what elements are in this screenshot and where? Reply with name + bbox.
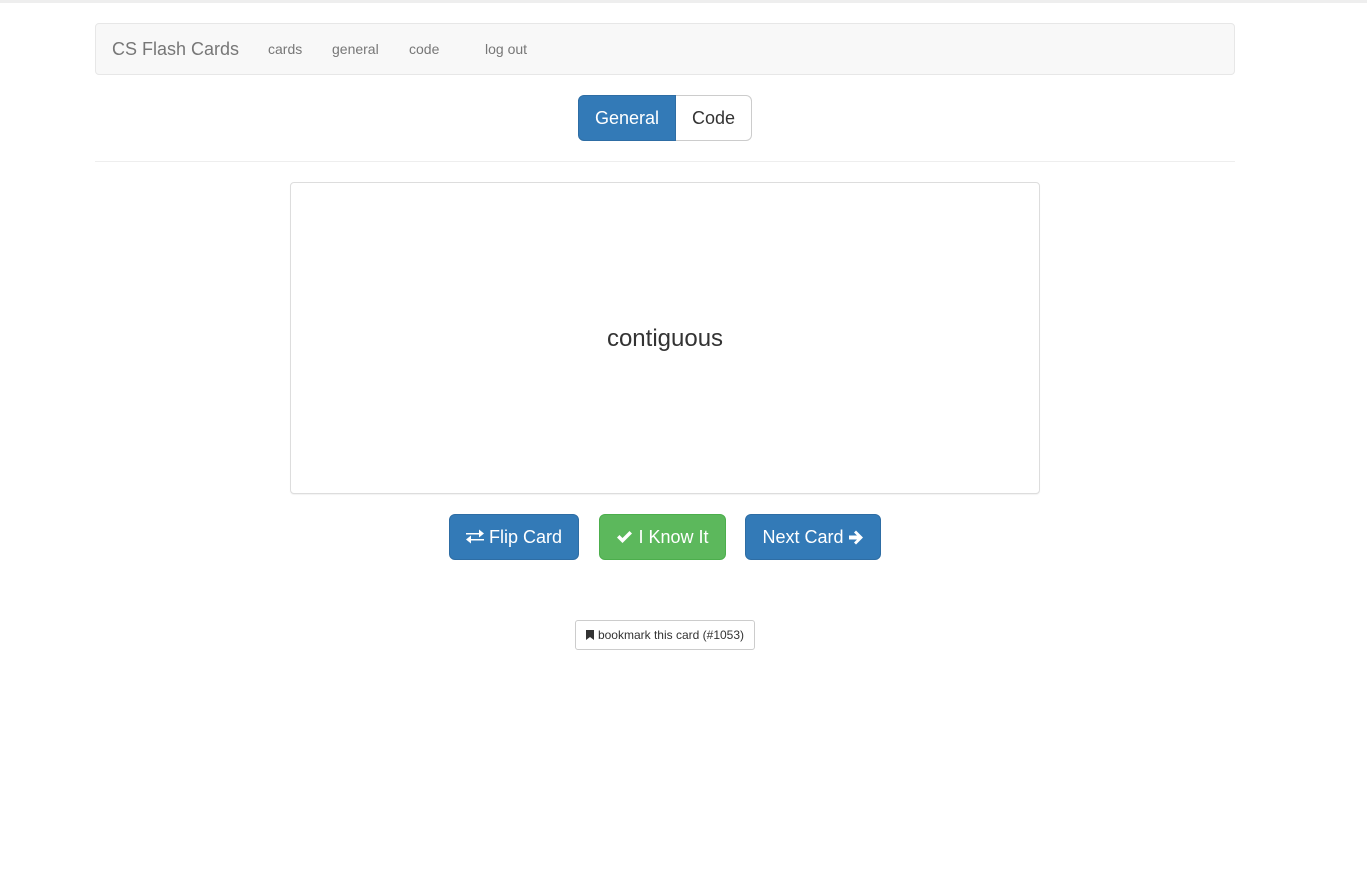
flash-card[interactable]: contiguous — [290, 182, 1040, 494]
brand-link[interactable]: CS Flash Cards — [112, 24, 239, 74]
bookmark-card-button[interactable]: bookmark this card (#1053) — [575, 620, 755, 650]
next-card-label: Next Card — [762, 527, 844, 547]
nav-link-log-out[interactable]: log out — [485, 24, 527, 74]
nav-link-code[interactable]: code — [409, 24, 439, 74]
nav-link-cards[interactable]: cards — [268, 24, 302, 74]
arrow-right-icon — [848, 530, 864, 545]
card-term: contiguous — [606, 325, 724, 352]
top-strip — [0, 0, 1367, 3]
divider — [95, 161, 1235, 162]
flip-card-button[interactable]: Flip Card — [449, 514, 579, 560]
next-card-button[interactable]: Next Card — [745, 514, 881, 560]
flip-card-label: Flip Card — [488, 527, 563, 547]
i-know-it-button[interactable]: I Know It — [599, 514, 726, 560]
navbar: CS Flash Cards cards general code log ou… — [95, 23, 1235, 75]
code-mode-button[interactable]: Code — [676, 95, 752, 141]
check-icon — [616, 530, 633, 544]
mode-toggle-group: General Code — [578, 95, 752, 141]
i-know-it-label: I Know It — [638, 527, 709, 547]
nav-link-general[interactable]: general — [332, 24, 379, 74]
general-mode-button[interactable]: General — [578, 95, 676, 141]
exchange-icon — [465, 529, 484, 545]
bookmark-icon — [585, 630, 594, 640]
bookmark-card-label: bookmark this card (#1053) — [597, 628, 745, 642]
